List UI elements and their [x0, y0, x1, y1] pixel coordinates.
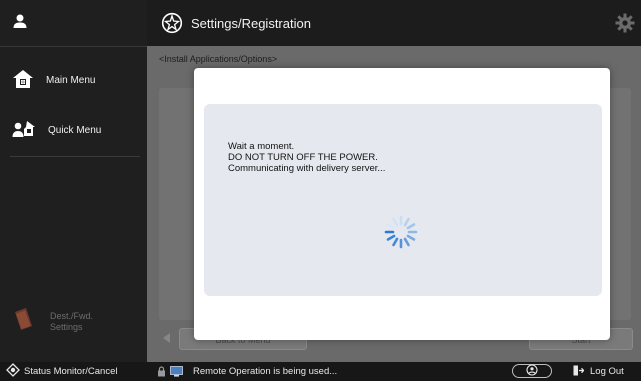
lock-icon: [157, 366, 166, 377]
dialog-message: Wait a moment. DO NOT TURN OFF THE POWER…: [228, 141, 385, 174]
status-bar: Status Monitor/Cancel Remote Operation i…: [0, 362, 641, 381]
progress-dialog: Wait a moment. DO NOT TURN OFF THE POWER…: [194, 68, 610, 340]
dest-label-line2: Settings: [50, 321, 83, 332]
dest-label-line1: Dest./Fwd.: [50, 310, 94, 321]
user-bar[interactable]: [0, 0, 147, 47]
book-icon: [12, 306, 34, 337]
quick-menu-icon: [12, 118, 36, 143]
dialog-line-3: Communicating with delivery server...: [228, 163, 386, 174]
settings-registration-icon: [161, 12, 183, 34]
monitor-icon: [170, 366, 183, 377]
dialog-line-1: Wait a moment.: [228, 141, 295, 152]
sidebar-divider: [10, 156, 140, 157]
status-monitor-icon: [6, 363, 20, 380]
id-card-button[interactable]: [512, 363, 552, 379]
logout-label: Log Out: [590, 366, 624, 377]
sidebar-item-label: Main Menu: [46, 74, 96, 86]
remote-operation-status: Remote Operation is being used...: [157, 362, 337, 381]
status-monitor-label: Status Monitor/Cancel: [24, 366, 118, 377]
sidebar-item-dest-fwd-settings[interactable]: Dest./Fwd. Settings: [12, 306, 93, 337]
sidebar-item-label: Quick Menu: [48, 124, 102, 136]
dialog-line-2: DO NOT TURN OFF THE POWER.: [228, 152, 378, 163]
loading-spinner-icon: [383, 214, 419, 255]
sidebar: Main Menu Quick Menu Dest./Fwd. Settings: [0, 0, 147, 362]
remote-operation-label: Remote Operation is being used...: [193, 366, 338, 377]
home-icon: [12, 68, 34, 93]
sidebar-item-main-menu[interactable]: Main Menu: [0, 61, 147, 99]
status-monitor-button[interactable]: Status Monitor/Cancel: [6, 362, 117, 381]
breadcrumb: <Install Applications/Options>: [159, 54, 278, 64]
dest-fwd-settings-label: Dest./Fwd. Settings: [50, 311, 93, 333]
header: Settings/Registration: [147, 0, 641, 46]
id-card-icon: [525, 363, 539, 379]
logout-icon: [573, 365, 585, 379]
dialog-message-panel: Wait a moment. DO NOT TURN OFF THE POWER…: [204, 104, 602, 296]
page-title: Settings/Registration: [191, 15, 311, 31]
sidebar-item-quick-menu[interactable]: Quick Menu: [0, 111, 147, 149]
gear-icon[interactable]: [615, 13, 635, 38]
user-icon[interactable]: [12, 13, 28, 34]
back-arrow-icon: [163, 333, 170, 343]
logout-button[interactable]: Log Out: [573, 362, 624, 381]
